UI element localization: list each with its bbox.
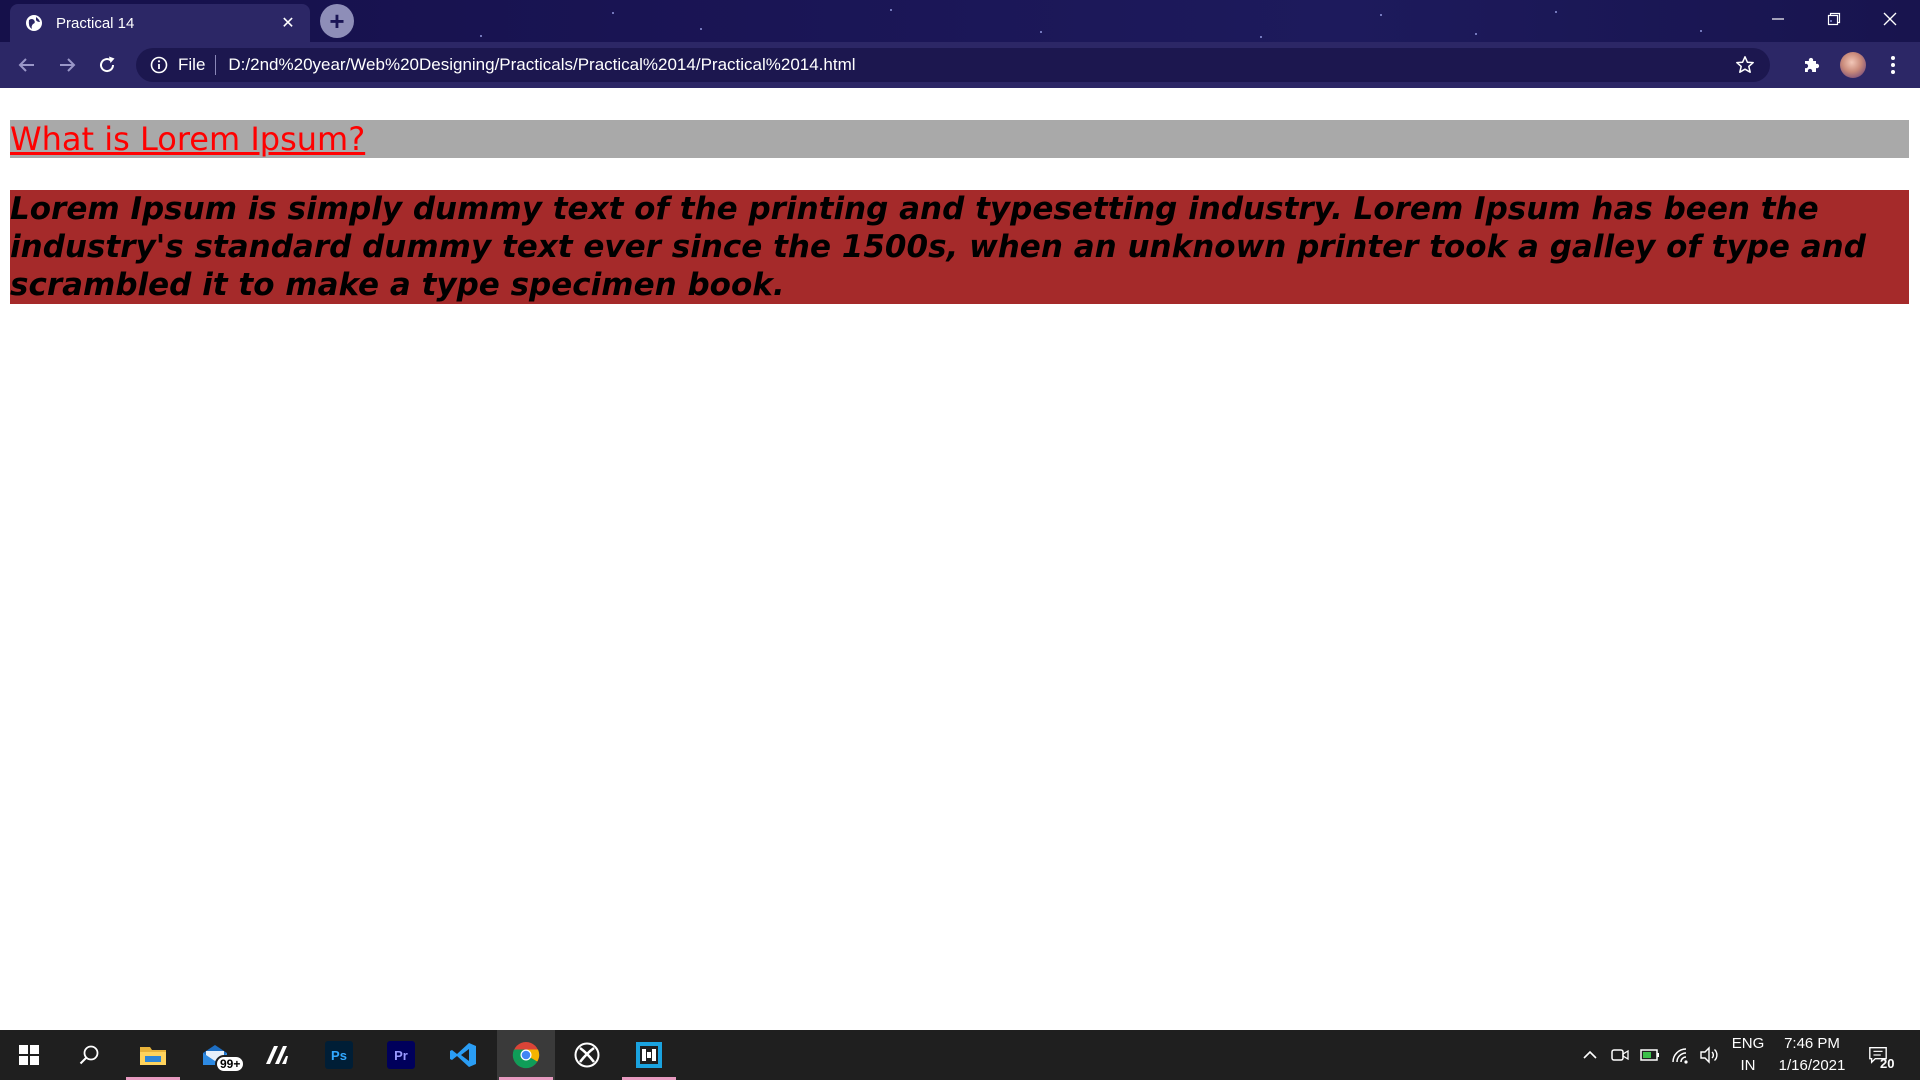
show-hidden-icons-button[interactable] (1580, 1045, 1600, 1065)
windows-start-icon (19, 1045, 39, 1065)
wifi-icon (1672, 1048, 1688, 1064)
browser-toolbar: File D:/2nd%20year/Web%20Designing/Pract… (0, 42, 1920, 88)
taskbar-app-mail[interactable]: 99+ (186, 1030, 246, 1080)
tray-volume[interactable] (1699, 1045, 1719, 1065)
info-icon[interactable] (150, 56, 168, 74)
tab-title: Practical 14 (56, 14, 135, 32)
taskbar-app-chrome[interactable] (497, 1030, 555, 1080)
premiere-label: Pr (394, 1048, 408, 1063)
taskbar-app-xbox[interactable] (558, 1030, 616, 1080)
premiere-pro-icon: Pr (387, 1041, 415, 1069)
kebab-menu-icon (1891, 56, 1895, 74)
new-tab-button[interactable]: + (320, 4, 354, 38)
close-window-button[interactable] (1862, 0, 1918, 38)
taskbar-app-file-explorer[interactable] (124, 1030, 182, 1080)
back-button[interactable] (11, 49, 43, 81)
photoshop-label: Ps (331, 1048, 347, 1063)
reload-icon (100, 56, 115, 73)
tab-close-button[interactable]: ✕ (276, 11, 300, 35)
browser-menu-button[interactable] (1878, 50, 1908, 80)
avatar (1840, 52, 1866, 78)
forward-button[interactable] (51, 49, 83, 81)
tray-meet-now[interactable] (1610, 1045, 1630, 1065)
input-language[interactable]: ENG (1730, 1035, 1766, 1052)
chrome-icon (512, 1042, 540, 1069)
taskbar-app-pen[interactable] (248, 1030, 306, 1080)
taskbar-app-frame[interactable] (620, 1030, 678, 1080)
vscode-icon (450, 1043, 476, 1067)
photoshop-icon: Ps (325, 1041, 353, 1069)
search-button[interactable] (60, 1030, 118, 1080)
page-viewport: What is Lorem Ipsum? Lorem Ipsum is simp… (0, 88, 1920, 1030)
puzzle-icon (1805, 57, 1820, 72)
frame-app-icon (636, 1042, 662, 1068)
mail-badge: 99+ (215, 1055, 246, 1073)
tray-network[interactable] (1670, 1045, 1690, 1065)
restore-icon (1827, 12, 1841, 26)
tray-battery[interactable] (1640, 1045, 1660, 1065)
url-scheme-label: File (178, 55, 206, 74)
camera-icon (1611, 1049, 1629, 1061)
star-icon (1736, 56, 1754, 73)
url-text[interactable]: D:/2nd%20year/Web%20Designing/Practicals… (228, 55, 1732, 75)
restore-button[interactable] (1806, 0, 1862, 38)
forward-arrow-icon (60, 58, 76, 72)
pen-app-icon (266, 1046, 288, 1064)
url-separator (215, 55, 217, 75)
start-button[interactable] (0, 1030, 58, 1080)
windows-taskbar: 99+ Ps Pr ENG IN 7:46 PM 1/16/2021 (0, 1030, 1920, 1080)
browser-chrome: Practical 14 ✕ + File D:/2nd%20year/Web%… (0, 0, 1920, 88)
back-arrow-icon (18, 58, 34, 72)
xbox-icon (574, 1042, 600, 1068)
globe-icon (25, 14, 43, 32)
minimize-button[interactable] (1750, 0, 1806, 38)
search-icon (79, 1045, 99, 1065)
minimize-icon (1772, 18, 1784, 20)
notification-count: 20 (1880, 1056, 1895, 1071)
bookmark-star-button[interactable] (1732, 52, 1758, 78)
reload-button[interactable] (91, 49, 123, 81)
taskbar-app-premiere[interactable]: Pr (372, 1030, 430, 1080)
address-bar[interactable]: File D:/2nd%20year/Web%20Designing/Pract… (136, 48, 1770, 82)
close-icon (1883, 12, 1897, 26)
battery-icon (1640, 1049, 1659, 1061)
page-heading: What is Lorem Ipsum? (10, 120, 1909, 158)
file-explorer-icon (140, 1047, 166, 1065)
taskbar-app-photoshop[interactable]: Ps (310, 1030, 368, 1080)
taskbar-app-vscode[interactable] (434, 1030, 492, 1080)
speaker-icon (1700, 1046, 1718, 1064)
clock-time[interactable]: 7:46 PM (1770, 1035, 1854, 1052)
extensions-button[interactable] (1797, 50, 1827, 80)
input-region[interactable]: IN (1730, 1057, 1766, 1074)
profile-button[interactable] (1838, 50, 1868, 80)
browser-tab[interactable]: Practical 14 ✕ (10, 4, 310, 42)
lorem-paragraph: Lorem Ipsum is simply dummy text of the … (10, 190, 1909, 304)
clock-date[interactable]: 1/16/2021 (1770, 1057, 1854, 1074)
chevron-up-icon (1583, 1050, 1597, 1059)
